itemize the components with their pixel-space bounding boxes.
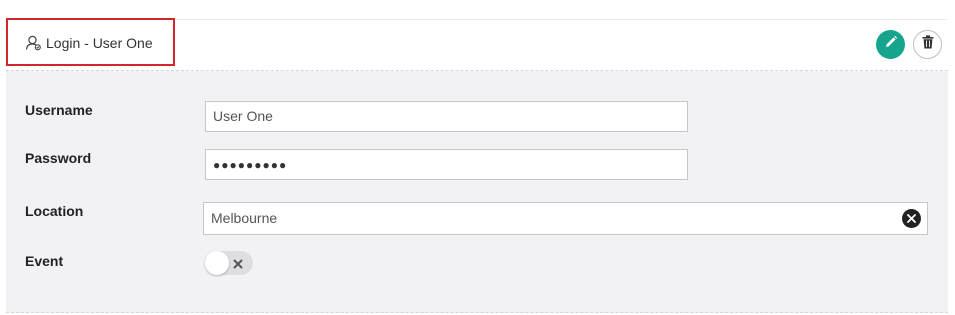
header-actions	[876, 30, 942, 59]
username-value: User One	[213, 108, 273, 124]
location-value: Melbourne	[211, 210, 278, 226]
clear-location-button[interactable]	[902, 209, 921, 228]
password-label: Password	[25, 150, 92, 166]
trash-icon	[922, 35, 934, 54]
x-icon	[232, 257, 244, 269]
card-title[interactable]: Login - User One	[25, 34, 153, 51]
username-input[interactable]: User One	[205, 101, 688, 132]
location-input[interactable]: Melbourne	[203, 202, 928, 235]
login-form: Username User One Password ●●●●●●●●● Loc…	[6, 71, 948, 313]
location-label: Location	[25, 203, 84, 219]
password-value: ●●●●●●●●●	[213, 158, 288, 172]
event-label: Event	[25, 253, 64, 269]
pencil-icon	[884, 35, 898, 54]
user-icon	[25, 34, 42, 51]
title-highlight-box: Login - User One	[6, 18, 175, 66]
password-input[interactable]: ●●●●●●●●●	[205, 149, 688, 180]
card-title-text: Login - User One	[46, 34, 153, 51]
card-header: Login - User One	[6, 18, 948, 71]
event-toggle[interactable]	[205, 251, 253, 275]
edit-button[interactable]	[876, 30, 905, 59]
toggle-knob	[205, 251, 229, 275]
username-label: Username	[25, 102, 93, 118]
close-circle-icon	[907, 203, 916, 234]
delete-button[interactable]	[913, 30, 942, 59]
login-card-page: Login - User One Username User One Passw…	[0, 0, 955, 315]
